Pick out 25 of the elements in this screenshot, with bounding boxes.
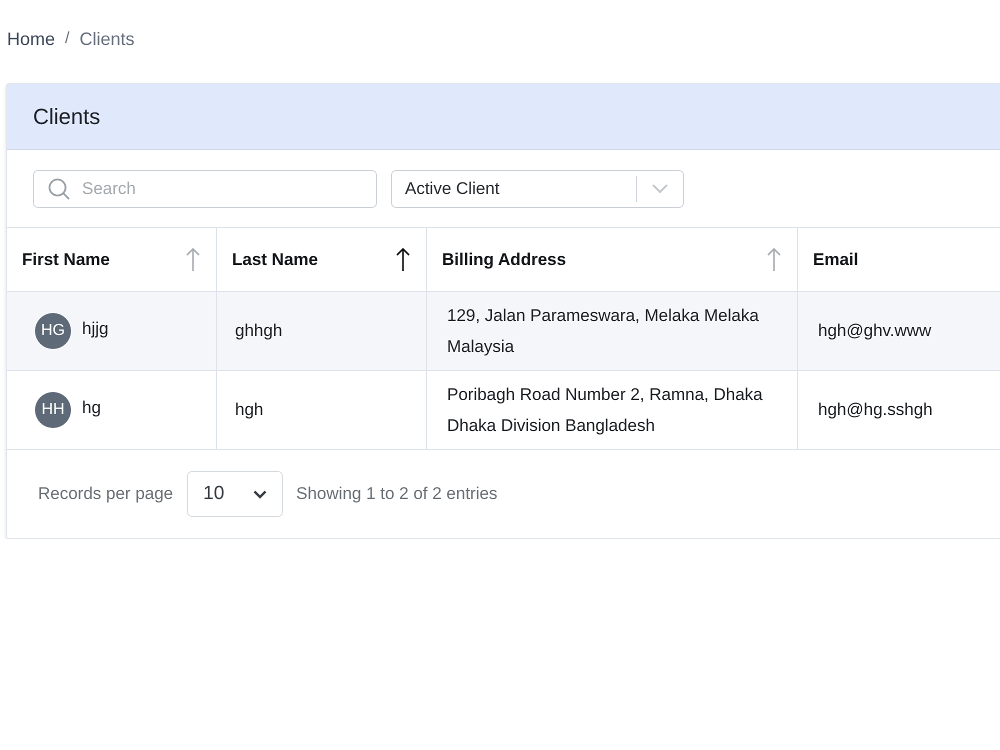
column-header[interactable]: Billing Address <box>427 228 798 292</box>
initials-avatar: HH <box>35 392 71 428</box>
page-size-select[interactable]: 10 <box>187 471 284 517</box>
entries-summary: Showing 1 to 2 of 2 entries <box>296 483 498 506</box>
first-name-text: hjjg <box>82 318 108 340</box>
table-cell: hgh <box>217 371 427 450</box>
table-cell: Poribagh Road Number 2, Ramna, Dhaka Dhaka Division Bangladesh <box>427 371 798 450</box>
search-field[interactable]: Search <box>33 170 377 208</box>
table-cell: ghhgh <box>217 292 427 371</box>
search-icon <box>48 178 70 200</box>
column-header[interactable]: Last Name <box>217 228 427 292</box>
first-name-text: hg <box>82 397 101 420</box>
records-per-page-label: Records per page <box>38 483 174 506</box>
card-title: Clients <box>33 103 100 131</box>
chevron-down-icon <box>253 490 268 498</box>
breadcrumb-separator: / <box>65 29 70 49</box>
table-cell: 129, Jalan Parameswara, Melaka Melaka Malaysia <box>427 292 798 371</box>
status-select[interactable]: Active Client <box>391 170 684 208</box>
initials-avatar: HG <box>35 313 71 349</box>
chevron-down-icon <box>652 184 668 193</box>
breadcrumb-current: Clients <box>79 28 134 50</box>
column-header[interactable]: First Name <box>7 228 217 292</box>
table-cell: hgh@ghv.www <box>798 292 1000 371</box>
breadcrumb-link[interactable]: Home <box>7 26 56 52</box>
sort-arrow-up-icon[interactable] <box>396 248 410 272</box>
